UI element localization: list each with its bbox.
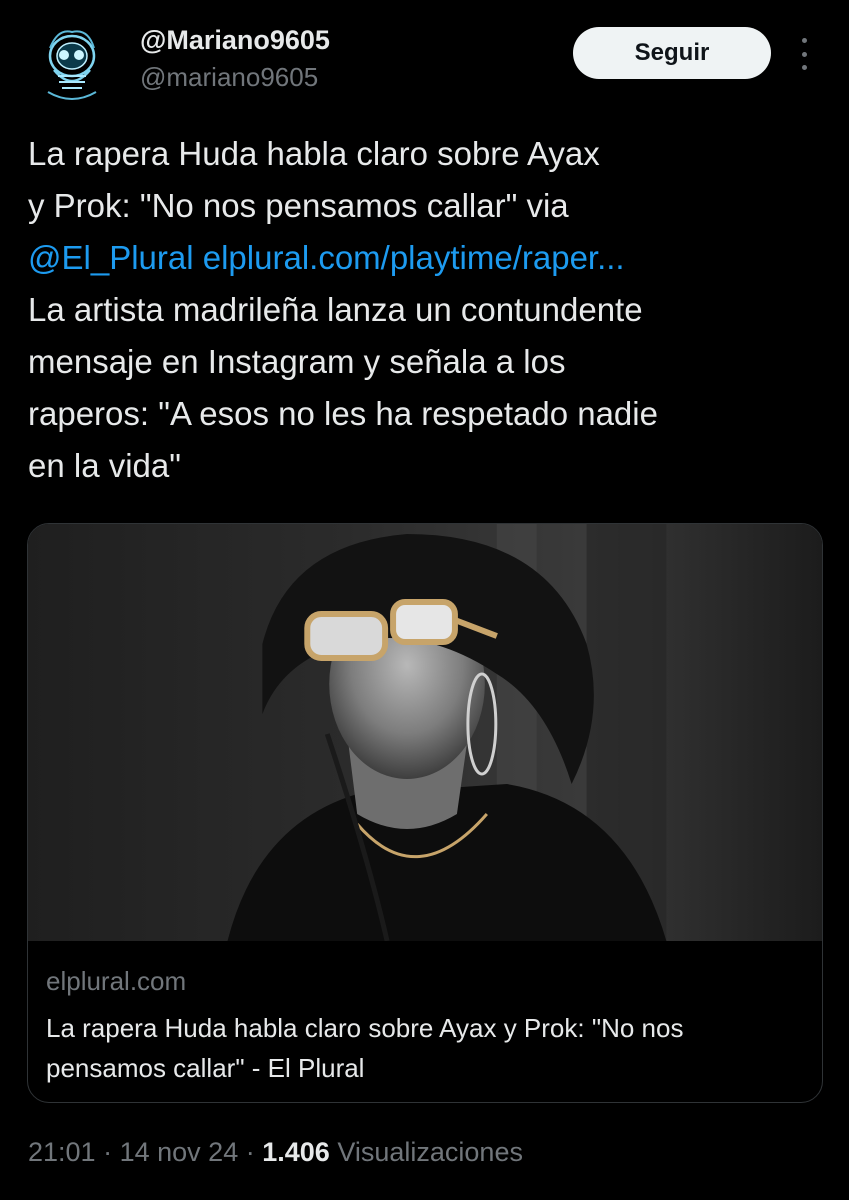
author-display-name[interactable]: @Mariano9605 bbox=[140, 25, 330, 56]
tweet-text-line: mensaje en Instagram y señala a los bbox=[28, 343, 566, 380]
more-vertical-icon[interactable] bbox=[796, 38, 812, 70]
card-image[interactable] bbox=[28, 524, 822, 941]
author-handle[interactable]: @mariano9605 bbox=[140, 62, 318, 93]
skull-avatar-icon bbox=[28, 22, 116, 110]
tweet-link-line: @El_Plural elplural.com/playtime/raper..… bbox=[28, 232, 828, 284]
card-photo bbox=[28, 524, 822, 941]
meta-separator: · bbox=[245, 1137, 255, 1167]
card-domain: elplural.com bbox=[46, 966, 187, 996]
link-preview-card[interactable]: elplural.com La rapera Huda habla claro … bbox=[27, 523, 823, 1103]
tweet-text-line: La rapera Huda habla claro sobre Ayax bbox=[28, 135, 600, 172]
tweet-text-line: raperos: "A esos no les ha respetado nad… bbox=[28, 395, 658, 432]
tweet-text-line: en la vida" bbox=[28, 447, 181, 484]
views-label: Visualizaciones bbox=[337, 1137, 523, 1167]
url-link[interactable]: elplural.com/playtime/raper... bbox=[203, 239, 625, 276]
card-title[interactable]: La rapera Huda habla claro sobre Ayax y … bbox=[46, 1008, 806, 1088]
tweet-date[interactable]: 14 nov 24 bbox=[120, 1137, 239, 1167]
views-count: 1.406 bbox=[262, 1137, 330, 1167]
tweet-view: @Mariano9605 @mariano9605 Seguir La rape… bbox=[0, 0, 849, 1200]
mention-link[interactable]: @El_Plural bbox=[28, 239, 194, 276]
meta-separator: · bbox=[103, 1137, 113, 1167]
tweet-text: La rapera Huda habla claro sobre Ayax y … bbox=[28, 128, 828, 492]
tweet-text-line: La artista madrileña lanza un contundent… bbox=[28, 291, 643, 328]
follow-button[interactable]: Seguir bbox=[573, 27, 771, 79]
tweet-text-line: y Prok: "No nos pensamos callar" via bbox=[28, 187, 569, 224]
tweet-time[interactable]: 21:01 bbox=[28, 1137, 96, 1167]
tweet-meta: 21:01 · 14 nov 24 · 1.406 Visualizacione… bbox=[28, 1137, 523, 1168]
avatar[interactable] bbox=[28, 22, 116, 110]
